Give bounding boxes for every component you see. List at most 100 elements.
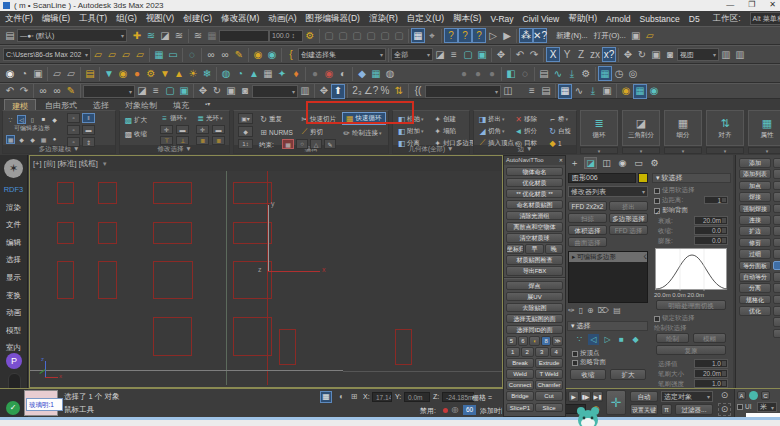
toolbar-icon[interactable]: ◪ [135, 84, 149, 99]
sidebar-item[interactable]: 显示 [0, 273, 27, 283]
ribbon-button[interactable]: ✦创建 [433, 113, 456, 125]
subobject-icon[interactable]: ■ [39, 115, 48, 124]
workspace-dropdown[interactable]: Alt 菜单和工具栏▾ [750, 12, 780, 25]
autonavi-button[interactable]: 导出FBX [506, 266, 563, 276]
menu-item[interactable]: 图形编辑器(D) [306, 13, 360, 25]
command-panel-tab[interactable]: ▭ [632, 157, 645, 169]
toolbar-icon[interactable]: ▣ [629, 28, 643, 43]
toolbar-icon[interactable]: ▢ [163, 84, 177, 99]
sidebar-item[interactable]: 变换 [0, 291, 27, 301]
rightplugin-button[interactable]: 焊接 [739, 192, 771, 202]
autonavi-button[interactable]: 清除光滑组 [506, 211, 563, 221]
rightplugin-button[interactable]: 视图 [773, 158, 780, 168]
ribbon-big-button[interactable]: ≣循环 [580, 110, 618, 146]
toolbar-icon[interactable]: Z [574, 47, 588, 62]
stack-tool-icon[interactable]: ⌦ [598, 306, 609, 315]
autonavi-button[interactable]: 3 [535, 347, 549, 357]
wireframe-rect[interactable] [98, 182, 117, 204]
toolbar-icon[interactable]: ◍ [219, 66, 233, 81]
ribbon-group-label[interactable]: 多边形建模 ▼ [3, 145, 115, 153]
softsel-spinner[interactable]: 0.0 [694, 236, 728, 245]
toolbar-icon[interactable]: ▥ [733, 47, 747, 62]
menu-item[interactable]: 编辑(E) [42, 13, 70, 25]
unit-dropdown[interactable]: 米▾ [757, 402, 777, 412]
ribbon-big-caret[interactable]: ▾ [748, 147, 780, 154]
command-panel-tab[interactable]: ＋ [568, 157, 581, 169]
toolbar-input[interactable] [219, 30, 269, 42]
toolbar-icon[interactable]: ▦ [205, 28, 219, 43]
restore-button[interactable]: ❐ [748, 0, 755, 9]
subobject-icon[interactable]: ◁ [17, 115, 26, 124]
toolbar-icon[interactable]: ▼ [102, 66, 116, 81]
grow-button[interactable]: 扩大 [610, 369, 646, 380]
toolbar-icon[interactable]: zx [588, 47, 602, 62]
poly-mode-icon[interactable]: ▦ [6, 135, 15, 144]
rightplugin-button[interactable]: 自动等分 [739, 272, 771, 282]
wireframe-rect[interactable] [98, 261, 117, 299]
toolbar-icon[interactable]: ▲ [172, 66, 186, 81]
toolbar-icon[interactable]: ▢ [378, 28, 392, 43]
autonavi-button[interactable]: ◖ [529, 336, 540, 346]
toolbar-icon[interactable]: ∞ [204, 47, 218, 62]
ribbon-button[interactable]: ↻自旋 [548, 125, 571, 137]
object-color-swatch[interactable] [638, 173, 648, 183]
rightplugin-button[interactable]: 清理 [773, 283, 780, 293]
rightplugin-button[interactable]: 相连 [773, 226, 780, 236]
mini-c-button[interactable]: C [761, 391, 770, 400]
rightplugin-button[interactable]: 其它 [773, 329, 780, 339]
paint-button[interactable]: 绘制 [656, 333, 689, 343]
autonavi-button[interactable]: Break [506, 358, 534, 368]
autonavi-button[interactable]: 1 [506, 347, 520, 357]
stack-tool-icon[interactable]: ⊕ [587, 306, 594, 315]
rightplugin-button[interactable]: 强制焊接 [739, 204, 771, 214]
rightplugin-button[interactable]: 添加 [739, 158, 771, 168]
ribbon-mini-icon[interactable]: ≣ [212, 136, 225, 145]
ribbon-tab[interactable]: 自由形式 [38, 99, 84, 110]
toolbar-icon[interactable]: ▱ [91, 47, 105, 62]
command-panel-tab[interactable]: ◉ [616, 157, 629, 169]
autonavi-button[interactable]: Slice [535, 403, 563, 413]
softsel-spinner[interactable]: 1.0 [694, 379, 728, 388]
toolbar-icon[interactable]: ≋ [144, 28, 158, 43]
toolbar-dropdown[interactable]: 创建选择集▾ [298, 48, 386, 61]
toolbar-dropdown[interactable]: C:\Users\86-ds Max 202▾ [3, 48, 91, 61]
wireframe-rect[interactable] [153, 261, 193, 299]
ribbon-big-caret[interactable]: ▾ [706, 147, 744, 154]
toolbar-icon[interactable]: ● [130, 66, 144, 81]
toolbar-icon[interactable]: ▢ [350, 28, 364, 43]
menu-item[interactable]: 动画(A) [268, 13, 296, 25]
ribbon-mini-icon[interactable]: ‖ [82, 113, 95, 123]
ribbon-button[interactable]: ◧附加▾ [397, 125, 424, 137]
constraint-icon[interactable]: ✎ [324, 139, 336, 149]
playback-button[interactable]: ▶ [568, 391, 579, 402]
close-button[interactable]: ✕ [769, 0, 776, 9]
coord-field[interactable]: -24.185m [442, 392, 474, 402]
toolbar-icon[interactable]: Y [560, 47, 574, 62]
toolbar-icon[interactable]: ↻ [210, 84, 224, 99]
softsel-spinner[interactable]: 0.0 [694, 226, 728, 235]
toolbar-icon[interactable]: ? [444, 28, 458, 43]
toolbar-icon[interactable]: ✥ [494, 47, 508, 62]
toolbar-icon[interactable]: ◉ [322, 66, 336, 81]
stack-item-editable-poly[interactable]: ▸ 可编辑多边形☇ [569, 252, 647, 262]
toolbar-icon[interactable]: ▢ [364, 28, 378, 43]
rightplugin-button[interactable]: 推拉 [773, 215, 780, 225]
menu-item[interactable]: 脚本(S) [453, 13, 481, 25]
ribbon-button[interactable]: ◄拆分 [514, 125, 537, 137]
coord-field[interactable]: 0.0m [404, 392, 430, 402]
toolbar-icon[interactable]: ◉ [116, 66, 130, 81]
toolbar-icon[interactable]: ↶ [3, 84, 17, 99]
softsel-checkbox[interactable]: 使用软选择 [654, 186, 695, 195]
modifier-set-button[interactable]: 扫掠 [568, 213, 607, 223]
toolbar-icon[interactable]: ◍ [383, 66, 397, 81]
toolbar-icon[interactable]: ∞ [50, 84, 64, 99]
autonavi-button[interactable]: 物体命名 [506, 167, 563, 177]
toolbar-icon[interactable]: ▱ [105, 47, 119, 62]
shaded-face-toggle-button[interactable]: 明暗处理面切换 [656, 300, 726, 310]
rightplugin-button[interactable]: 断面 [773, 249, 780, 259]
autonavi-button[interactable]: 8 [541, 336, 552, 346]
toolbar-icon[interactable]: ▣ [177, 84, 191, 99]
sidebar-item[interactable]: 编辑 [0, 238, 27, 248]
toolbar-icon[interactable]: ▣ [224, 84, 238, 99]
toolbar-text-button[interactable]: 打开(O)... [594, 31, 626, 41]
